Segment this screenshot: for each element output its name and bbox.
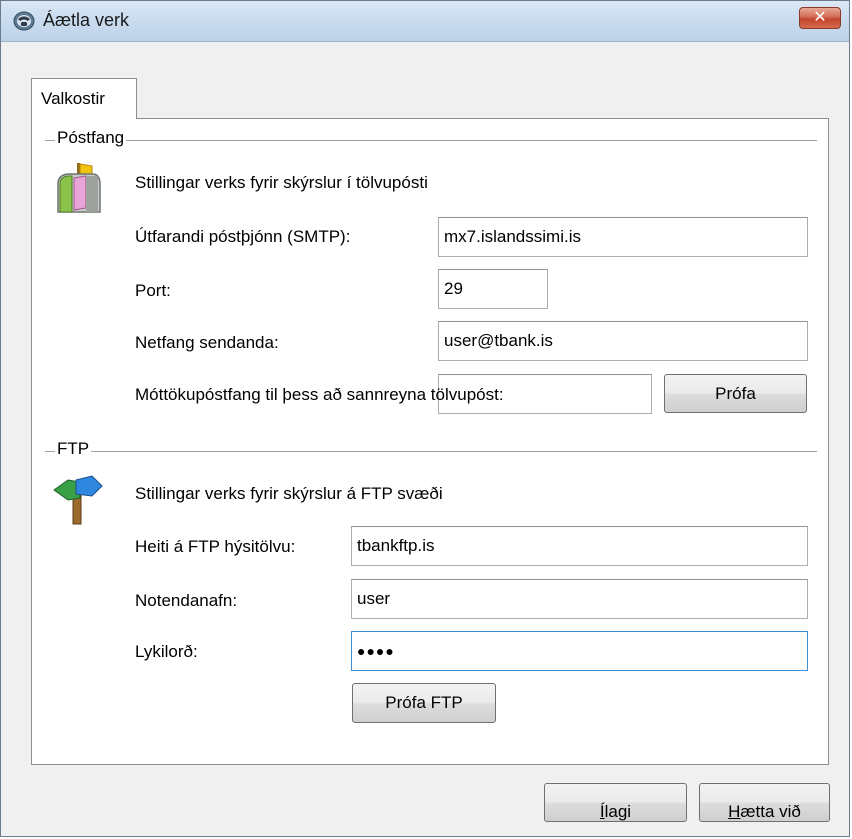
ftp-description: Stillingar verks fyrir skýrslur á FTP sv… xyxy=(135,484,443,503)
ftp-user-input[interactable]: user xyxy=(351,579,808,619)
cancel-button[interactable]: Hætta við xyxy=(699,783,830,822)
telephone-icon xyxy=(13,11,35,31)
smtp-label: Útfarandi póstþjónn (SMTP): xyxy=(135,227,351,246)
test-ftp-button[interactable]: Prófa FTP xyxy=(352,683,496,723)
window-title: Áætla verk xyxy=(43,10,130,30)
ftp-host-label: Heiti á FTP hýsitölvu: xyxy=(135,537,296,556)
ftp-group-title: FTP xyxy=(55,439,92,459)
mailbox-icon xyxy=(57,163,101,213)
ftp-signpost-icon xyxy=(53,475,103,525)
title-bar: Áætla verk ✕ xyxy=(1,1,849,42)
cancel-button-label: Hætta við xyxy=(728,802,801,821)
tab-label: Valkostir xyxy=(41,89,105,108)
close-button[interactable]: ✕ xyxy=(799,7,841,29)
tab-valkostir[interactable]: Valkostir xyxy=(31,78,137,119)
sender-label: Netfang sendanda: xyxy=(135,333,279,352)
close-icon: ✕ xyxy=(813,7,827,26)
ok-button-label: Ílagi xyxy=(599,802,632,821)
email-description: Stillingar verks fyrir skýrslur í tölvup… xyxy=(135,173,428,192)
smtp-input[interactable]: mx7.islandssimi.is xyxy=(438,217,808,257)
email-group-title: Póstfang xyxy=(55,128,127,148)
test-email-button-label: Prófa xyxy=(715,384,756,403)
port-input[interactable]: 29 xyxy=(438,269,548,309)
test-email-button[interactable]: Prófa xyxy=(664,374,807,413)
ftp-user-label: Notendanafn: xyxy=(135,591,238,610)
ftp-group-line xyxy=(45,451,817,452)
dialog-window: Áætla verk ✕ Valkostir Póstfang Stilling… xyxy=(0,0,850,837)
verify-email-label: Móttökupóstfang til þess að sannreyna tö… xyxy=(135,385,504,404)
test-ftp-button-label: Prófa FTP xyxy=(385,693,463,712)
port-label: Port: xyxy=(135,281,171,300)
ftp-host-input[interactable]: tbankftp.is xyxy=(351,526,808,566)
ok-button[interactable]: Ílagi xyxy=(544,783,687,822)
ftp-password-input[interactable]: ●●●● xyxy=(351,631,808,671)
ftp-password-label: Lykilorð: xyxy=(135,642,198,661)
email-group-line xyxy=(45,140,817,141)
sender-input[interactable]: user@tbank.is xyxy=(438,321,808,361)
